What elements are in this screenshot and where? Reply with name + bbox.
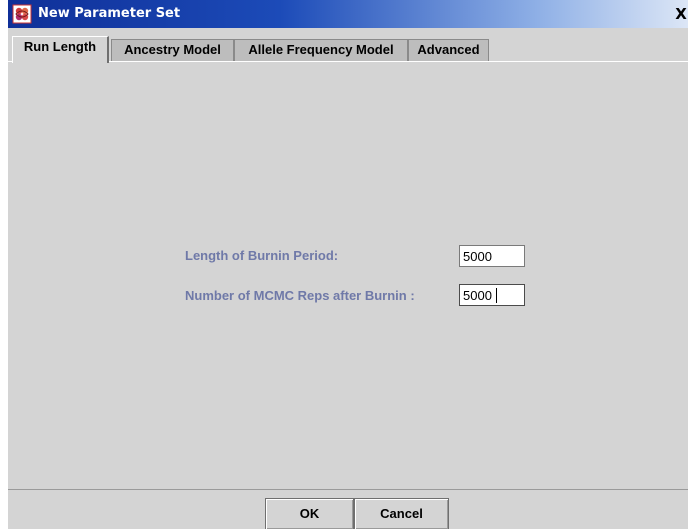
- dialog-window: New Parameter Set X Run Length Ancestry …: [8, 0, 688, 529]
- button-bar: OK Cancel: [8, 489, 688, 529]
- tab-run-length[interactable]: Run Length: [12, 36, 109, 63]
- tab-label: Allele Frequency Model: [248, 42, 394, 57]
- mcmc-reps-field[interactable]: [459, 284, 525, 306]
- tab-label: Run Length: [23, 39, 97, 54]
- tab-strip: Run Length Ancestry Model Allele Frequen…: [8, 28, 688, 63]
- tab-ancestry-model[interactable]: Ancestry Model: [111, 39, 234, 61]
- tab-label: Advanced: [417, 42, 480, 57]
- tab-panel-run-length: Length of Burnin Period: Number of MCMC …: [8, 61, 688, 490]
- burnin-length-field[interactable]: [459, 245, 525, 267]
- app-icon: [12, 4, 32, 24]
- ok-button[interactable]: OK: [265, 498, 354, 529]
- burnin-label: Length of Burnin Period:: [185, 248, 339, 263]
- cancel-button[interactable]: Cancel: [354, 498, 449, 529]
- mcmc-reps-label: Number of MCMC Reps after Burnin :: [185, 288, 415, 303]
- tab-advanced[interactable]: Advanced: [408, 39, 489, 61]
- title-bar[interactable]: New Parameter Set X: [8, 0, 688, 28]
- close-icon[interactable]: X: [674, 7, 688, 23]
- text-caret: [496, 288, 497, 303]
- tab-label: Ancestry Model: [124, 42, 221, 57]
- window-title: New Parameter Set: [38, 6, 181, 21]
- tab-allele-frequency-model[interactable]: Allele Frequency Model: [234, 39, 408, 61]
